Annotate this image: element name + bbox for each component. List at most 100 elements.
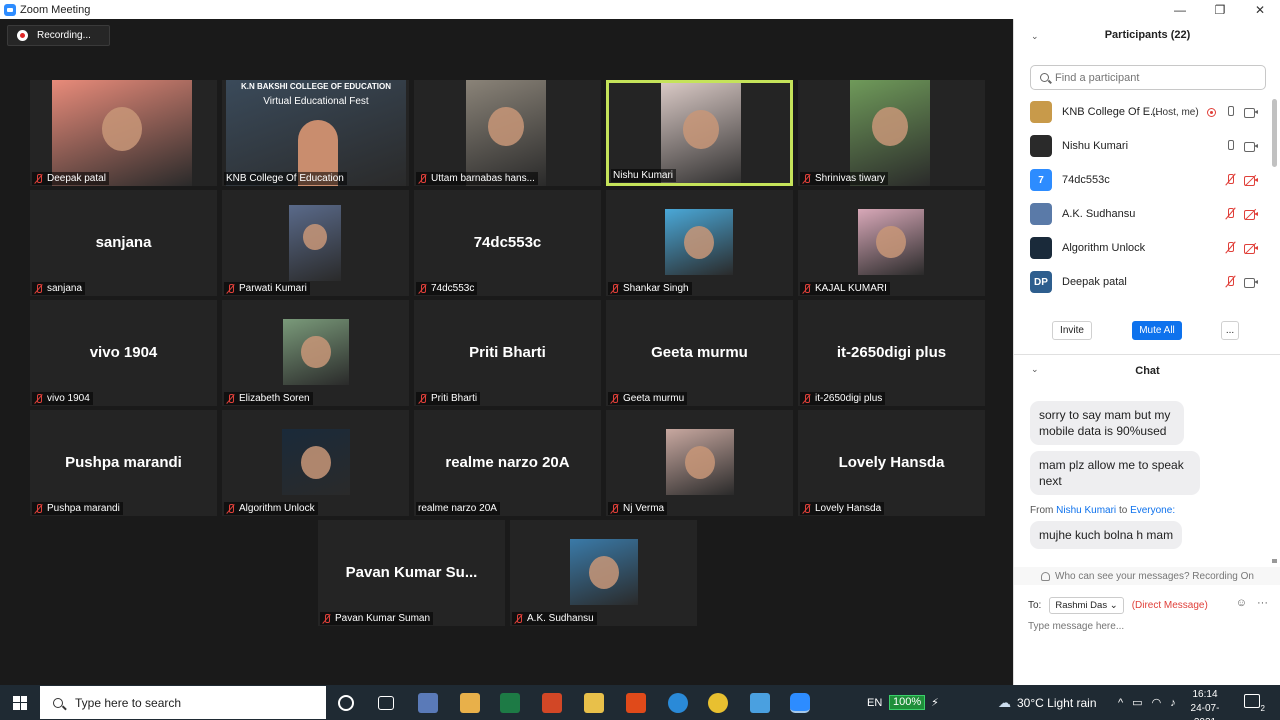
video-tile[interactable]: K.N BAKSHI COLLEGE OF EDUCATION Virtual E…	[222, 80, 409, 186]
participant-row-name: Nishu Kumari	[1062, 140, 1129, 152]
mic-muted-icon	[418, 283, 427, 294]
participant-row[interactable]: 7 74dc553c	[1014, 163, 1270, 197]
participant-name: it-2650digi plus	[815, 393, 883, 404]
photos-icon[interactable]	[750, 693, 770, 713]
avatar	[1030, 101, 1052, 123]
language-label: EN	[867, 696, 883, 709]
video-tile[interactable]: Nj Verma	[606, 410, 793, 516]
recipient-select[interactable]: Rashmi Das ⌄	[1049, 597, 1124, 614]
mic-muted-icon[interactable]	[1226, 174, 1234, 186]
chrome-icon[interactable]	[708, 693, 728, 713]
video-tile[interactable]: Shrinivas tiwary	[798, 80, 985, 186]
video-tile[interactable]: Elizabeth Soren	[222, 300, 409, 406]
video-tile[interactable]: Deepak patal	[30, 80, 217, 186]
minimize-button[interactable]: —	[1160, 0, 1200, 19]
participant-row[interactable]: DP Deepak patal	[1014, 265, 1270, 299]
camera-off-icon[interactable]	[1244, 174, 1258, 186]
mic-muted-icon	[802, 173, 811, 184]
start-button[interactable]	[0, 685, 40, 720]
video-tile[interactable]: Pushpa marandi Pushpa marandi	[30, 410, 217, 516]
window-controls: — ❐ ✕	[1160, 0, 1280, 19]
video-tile[interactable]: Shankar Singh	[606, 190, 793, 296]
video-tile[interactable]: realme narzo 20A realme narzo 20A	[414, 410, 601, 516]
file-explorer-icon[interactable]	[584, 693, 604, 713]
video-tile[interactable]: Lovely Hansda Lovely Hansda	[798, 410, 985, 516]
maximize-button[interactable]: ❐	[1200, 0, 1240, 19]
video-tile[interactable]: KAJAL KUMARI	[798, 190, 985, 296]
taskbar-search[interactable]: Type here to search	[40, 686, 326, 719]
cortana-icon[interactable]	[338, 695, 354, 711]
system-clock[interactable]: 16:14 24-07-2021	[1180, 688, 1230, 720]
video-tile[interactable]: Algorithm Unlock	[222, 410, 409, 516]
participant-row[interactable]: Nishu Kumari	[1014, 129, 1270, 163]
store-icon[interactable]	[460, 693, 480, 713]
video-tile[interactable]: Priti Bharti Priti Bharti	[414, 300, 601, 406]
language-indicator[interactable]: EN	[867, 685, 882, 720]
mic-muted-icon	[514, 613, 523, 624]
mic-muted-icon	[34, 173, 43, 184]
emoji-icon[interactable]: ☺	[1236, 597, 1247, 609]
video-tile[interactable]: Pavan Kumar Su... Pavan Kumar Suman	[318, 520, 505, 626]
camera-icon[interactable]	[1244, 107, 1258, 118]
volume-icon[interactable]: ♪	[1170, 697, 1176, 709]
participant-row[interactable]: KNB College Of E... (Host, me)	[1014, 95, 1270, 129]
wifi-icon[interactable]: ◠	[1152, 696, 1162, 709]
mic-icon[interactable]	[1226, 140, 1234, 152]
participant-name: realme narzo 20A	[418, 503, 497, 514]
participant-search[interactable]	[1030, 65, 1266, 90]
camera-icon[interactable]	[1244, 141, 1258, 152]
presentation-icon[interactable]	[542, 693, 562, 713]
app-icon[interactable]	[418, 693, 438, 713]
tray-chevron-icon[interactable]: ^	[1118, 697, 1123, 709]
tile-name-tag: Nj Verma	[608, 502, 668, 515]
camera-off-icon[interactable]	[1244, 208, 1258, 220]
edge-icon[interactable]	[668, 693, 688, 713]
video-tile[interactable]: Geeta murmu Geeta murmu	[606, 300, 793, 406]
participant-list: KNB College Of E... (Host, me) Nishu Kumar…	[1014, 95, 1270, 307]
participant-row[interactable]: A.K. Sudhansu	[1014, 197, 1270, 231]
mic-muted-icon[interactable]	[1226, 276, 1234, 288]
mic-icon[interactable]	[1226, 106, 1234, 118]
task-view-icon[interactable]	[378, 696, 394, 710]
zoom-taskbar-icon[interactable]	[790, 693, 810, 713]
notification-icon[interactable]: 2	[1244, 694, 1265, 713]
camera-icon[interactable]	[1244, 277, 1258, 288]
excel-icon[interactable]	[500, 693, 520, 713]
mic-muted-icon	[610, 283, 619, 294]
video-tile[interactable]: Nishu Kumari	[606, 80, 793, 186]
mic-muted-icon	[802, 283, 811, 294]
video-tile[interactable]: A.K. Sudhansu	[510, 520, 697, 626]
close-button[interactable]: ✕	[1240, 0, 1280, 19]
participant-video: K.N BAKSHI COLLEGE OF EDUCATION Virtual E…	[226, 80, 406, 186]
participant-row[interactable]: Algorithm Unlock	[1014, 231, 1270, 265]
office-icon[interactable]	[626, 693, 646, 713]
chat-message-input[interactable]	[1028, 621, 1268, 632]
mic-muted-icon	[322, 613, 331, 624]
battery-indicator[interactable]: 100% ⚡	[889, 685, 939, 720]
video-tile[interactable]: 74dc553c 74dc553c	[414, 190, 601, 296]
participant-name: Pavan Kumar Suman	[335, 613, 431, 624]
video-tile[interactable]: Uttam barnabas hans...	[414, 80, 601, 186]
video-tile[interactable]: vivo 1904 vivo 1904	[30, 300, 217, 406]
recording-indicator[interactable]: Recording...	[7, 25, 110, 46]
battery-tray-icon[interactable]: ▭	[1132, 696, 1142, 709]
more-participant-options-button[interactable]: ...	[1221, 321, 1239, 340]
mute-all-button[interactable]: Mute All	[1132, 321, 1182, 340]
mic-muted-icon[interactable]	[1226, 242, 1234, 254]
tile-name-tag: sanjana	[32, 282, 86, 295]
chat-visibility-notice[interactable]: Who can see your messages? Recording On	[1014, 567, 1280, 585]
participant-search-input[interactable]	[1055, 71, 1255, 84]
video-tile[interactable]: sanjana sanjana	[30, 190, 217, 296]
invite-button[interactable]: Invite	[1052, 321, 1092, 340]
more-chat-options-icon[interactable]: ···	[1257, 597, 1268, 609]
participants-scrollbar[interactable]	[1272, 99, 1277, 167]
mic-muted-icon[interactable]	[1226, 208, 1234, 220]
recipient-name[interactable]: Everyone	[1130, 505, 1172, 516]
sender-name[interactable]: Nishu Kumari	[1056, 505, 1116, 516]
weather-widget[interactable]: ☁ 30°C Light rain	[998, 685, 1097, 720]
video-tile[interactable]: Parwati Kumari	[222, 190, 409, 296]
participant-name: Algorithm Unlock	[239, 503, 315, 514]
chat-scrollbar[interactable]	[1272, 559, 1277, 563]
video-tile[interactable]: it-2650digi plus it-2650digi plus	[798, 300, 985, 406]
camera-off-icon[interactable]	[1244, 242, 1258, 254]
